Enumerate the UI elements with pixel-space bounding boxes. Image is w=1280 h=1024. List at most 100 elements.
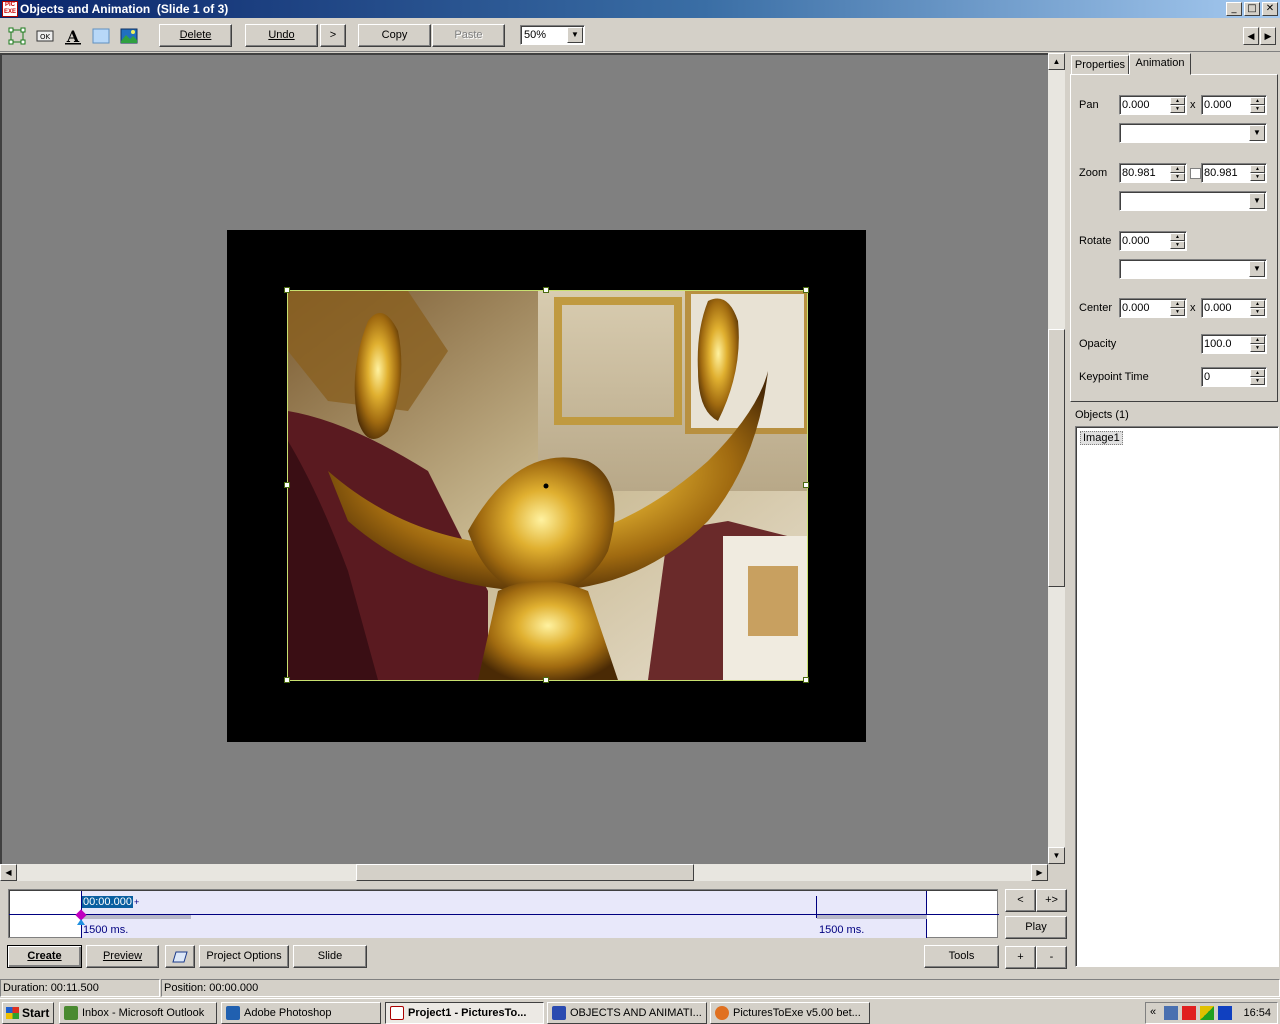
zonealarm-icon[interactable] (1182, 1006, 1196, 1020)
spin-down-icon[interactable]: ▼ (1170, 105, 1185, 113)
add-rectangle-icon[interactable] (92, 27, 110, 45)
pan-y-input[interactable]: 0.000 ▲ ▼ (1201, 95, 1267, 115)
chevron-down-icon[interactable]: ▼ (1249, 125, 1265, 141)
add-button-icon[interactable]: OK (36, 27, 54, 45)
center-x-input[interactable]: 0.000 ▲ ▼ (1119, 298, 1187, 318)
resize-handle-bottom[interactable] (543, 677, 549, 683)
spin-up-icon[interactable]: ▲ (1170, 300, 1185, 308)
horizontal-scrollbar[interactable]: ◀ ▶ (0, 864, 1048, 881)
undo-button[interactable]: Undo (245, 24, 318, 47)
zoom-label: Zoom (1079, 167, 1108, 179)
chevron-down-icon[interactable]: ▼ (567, 27, 583, 43)
spin-up-icon[interactable]: ▲ (1250, 165, 1265, 173)
spin-up-icon[interactable]: ▲ (1170, 165, 1185, 173)
spin-down-icon[interactable]: ▼ (1170, 173, 1185, 181)
copy-button[interactable]: Copy (358, 24, 431, 47)
preview-button[interactable]: Preview (86, 945, 159, 968)
chevron-down-icon[interactable]: ▼ (1249, 261, 1265, 277)
zoom-x-input[interactable]: 80.981 ▲ ▼ (1119, 163, 1187, 183)
resize-handle-left[interactable] (284, 482, 290, 488)
spin-up-icon[interactable]: ▲ (1250, 300, 1265, 308)
task-picturestoexe-project[interactable]: Project1 - PicturesTo... (385, 1002, 544, 1024)
opacity-input[interactable]: 100.0 ▲ ▼ (1201, 334, 1267, 354)
image1-object[interactable] (288, 291, 807, 680)
spin-down-icon[interactable]: ▼ (1250, 173, 1265, 181)
task-photoshop[interactable]: Adobe Photoshop (221, 1002, 381, 1024)
select-frame-icon[interactable] (8, 27, 26, 45)
timeline-current-time[interactable]: 00:00.000 (82, 896, 133, 908)
maximize-button[interactable]: □ (1244, 2, 1260, 16)
delete-button[interactable]: Delete (159, 24, 232, 47)
add-text-icon[interactable]: A (64, 27, 82, 45)
spin-down-icon[interactable]: ▼ (1250, 105, 1265, 113)
next-slide-button[interactable]: ▶ (1260, 27, 1276, 45)
pan-x-input[interactable]: 0.000 ▲ ▼ (1119, 95, 1187, 115)
minimize-button[interactable]: _ (1226, 2, 1242, 16)
scroll-left-icon[interactable]: ◀ (0, 864, 17, 881)
vertical-scroll-thumb[interactable] (1048, 329, 1065, 587)
previous-keypoint-button[interactable]: < (1005, 889, 1036, 912)
vertical-scrollbar[interactable]: ▲ ▼ (1048, 53, 1065, 864)
timeline-marker[interactable] (816, 896, 817, 918)
slide-button[interactable]: Slide (293, 945, 367, 968)
objects-list[interactable]: Image1 (1075, 426, 1279, 967)
redo-button[interactable]: > (320, 24, 346, 47)
resize-handle-top[interactable] (543, 287, 549, 293)
remove-keypoint-button[interactable]: - (1036, 946, 1067, 969)
screen-button[interactable] (165, 945, 195, 968)
resize-handle-bottom-right[interactable] (803, 677, 809, 683)
next-keypoint-button[interactable]: +> (1036, 889, 1067, 912)
start-button[interactable]: Start (2, 1002, 54, 1024)
spin-up-icon[interactable]: ▲ (1250, 336, 1265, 344)
play-button[interactable]: Play (1005, 916, 1067, 939)
resize-handle-top-right[interactable] (803, 287, 809, 293)
horizontal-scroll-thumb[interactable] (356, 864, 694, 881)
resize-handle-top-left[interactable] (284, 287, 290, 293)
spin-up-icon[interactable]: ▲ (1250, 369, 1265, 377)
tab-animation[interactable]: Animation (1129, 53, 1191, 75)
center-y-input[interactable]: 0.000 ▲ ▼ (1201, 298, 1267, 318)
add-image-icon[interactable] (120, 27, 138, 45)
spin-down-icon[interactable]: ▼ (1250, 344, 1265, 352)
tray-expand-icon[interactable]: « (1150, 1006, 1156, 1018)
chevron-down-icon[interactable]: ▼ (1249, 193, 1265, 209)
project-options-button[interactable]: Project Options (199, 945, 289, 968)
paste-button[interactable]: Paste (432, 24, 505, 47)
media-icon[interactable] (1218, 1006, 1232, 1020)
lock-zoom-checkbox[interactable] (1190, 168, 1201, 179)
rotate-input[interactable]: 0.000 ▲ ▼ (1119, 231, 1187, 251)
task-outlook[interactable]: Inbox - Microsoft Outlook (59, 1002, 217, 1024)
scroll-up-icon[interactable]: ▲ (1048, 53, 1065, 70)
create-button[interactable]: Create (7, 945, 82, 968)
scroll-down-icon[interactable]: ▼ (1048, 847, 1065, 864)
timeline[interactable]: 00:00.000 + 1500 ms. 1500 ms. (8, 889, 999, 938)
close-button[interactable]: ✕ (1262, 2, 1278, 16)
zoom-y-input[interactable]: 80.981 ▲ ▼ (1201, 163, 1267, 183)
spin-up-icon[interactable]: ▲ (1250, 97, 1265, 105)
previous-slide-button[interactable]: ◀ (1243, 27, 1259, 45)
zoom-easing-select[interactable]: ▼ (1119, 191, 1267, 211)
spin-down-icon[interactable]: ▼ (1170, 308, 1185, 316)
spin-down-icon[interactable]: ▼ (1250, 308, 1265, 316)
task-word-document[interactable]: OBJECTS AND ANIMATI... (547, 1002, 707, 1024)
keypoint-time-label: Keypoint Time (1079, 371, 1149, 383)
scroll-right-icon[interactable]: ▶ (1031, 864, 1048, 881)
task-firefox[interactable]: PicturesToExe v5.00 bet... (710, 1002, 870, 1024)
resize-handle-right[interactable] (803, 482, 809, 488)
keypoint-time-input[interactable]: 0 ▲ ▼ (1201, 367, 1267, 387)
spin-up-icon[interactable]: ▲ (1170, 233, 1185, 241)
tab-properties[interactable]: Properties (1071, 55, 1129, 75)
spin-down-icon[interactable]: ▼ (1250, 377, 1265, 385)
zoom-select[interactable]: 50% ▼ (520, 25, 585, 45)
spin-up-icon[interactable]: ▲ (1170, 97, 1185, 105)
pan-easing-select[interactable]: ▼ (1119, 123, 1267, 143)
resize-handle-bottom-left[interactable] (284, 677, 290, 683)
tools-button[interactable]: Tools (924, 945, 999, 968)
spin-down-icon[interactable]: ▼ (1170, 241, 1185, 249)
add-keypoint-button[interactable]: + (1005, 946, 1036, 969)
rotate-easing-select[interactable]: ▼ (1119, 259, 1267, 279)
network-icon[interactable] (1164, 1006, 1178, 1020)
security-icon[interactable] (1200, 1006, 1214, 1020)
list-item[interactable]: Image1 (1080, 431, 1123, 445)
timeline-add-keypoint[interactable]: + (134, 897, 139, 907)
